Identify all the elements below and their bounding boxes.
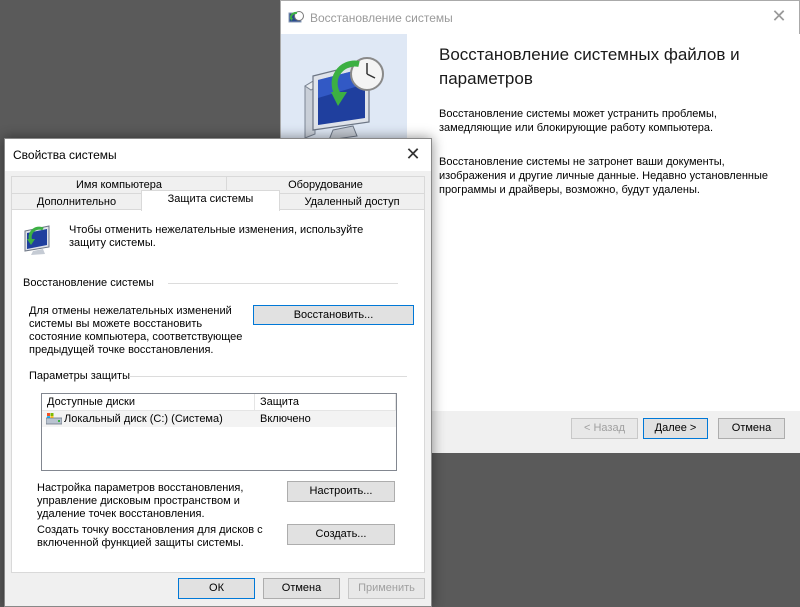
create-description: Создать точку восстановления для дисков … — [37, 524, 263, 549]
restore-group-label: Восстановление системы — [23, 277, 154, 289]
table-row[interactable]: Локальный диск (C:) (Система) Включено — [42, 411, 396, 427]
properties-window-title: Свойства системы — [13, 148, 117, 162]
create-button[interactable]: Создать... — [287, 524, 395, 545]
ok-button[interactable]: ОК — [178, 578, 255, 599]
column-header-protection[interactable]: Защита — [255, 394, 396, 411]
restore-description: Для отмены нежелательных изменений систе… — [29, 305, 243, 356]
close-icon[interactable]: ✕ — [771, 7, 787, 25]
group-divider — [168, 283, 398, 284]
drives-list[interactable]: Доступные диски Защита Локальный диск (C… — [41, 393, 397, 471]
configure-description: Настройка параметров восстановления, упр… — [37, 482, 244, 520]
group-divider — [129, 376, 407, 377]
restore-titlebar[interactable]: Восстановление системы ✕ — [281, 1, 799, 34]
cancel-button[interactable]: Отмена — [263, 578, 340, 599]
tab-system-protection[interactable]: Защита системы — [141, 190, 280, 211]
restore-heading: Восстановление системных файлов и параме… — [439, 45, 740, 88]
next-button[interactable]: Далее > — [643, 418, 708, 439]
system-protection-icon — [24, 225, 50, 255]
system-restore-icon — [288, 10, 304, 22]
column-header-drives[interactable]: Доступные диски — [42, 394, 255, 411]
restore-button[interactable]: Восстановить... — [253, 305, 414, 325]
back-button[interactable]: < Назад — [571, 418, 638, 439]
cancel-button[interactable]: Отмена — [718, 418, 785, 439]
restore-side-panel — [281, 34, 407, 144]
protection-status: Включено — [260, 413, 311, 425]
drive-name: Локальный диск (C:) (Система) — [64, 413, 223, 425]
properties-titlebar[interactable]: Свойства системы ✕ — [5, 139, 431, 171]
system-restore-illustration-icon — [304, 57, 384, 141]
restore-description-2: Восстановление системы не затронет ваши … — [439, 156, 768, 196]
system-properties-window: Свойства системы ✕ Имя компьютера Оборуд… — [4, 138, 432, 607]
close-icon[interactable]: ✕ — [405, 145, 421, 163]
protection-group-label: Параметры защиты — [29, 370, 130, 382]
restore-window-title: Восстановление системы — [310, 10, 453, 25]
intro-text: Чтобы отменить нежелательные изменения, … — [69, 224, 364, 249]
apply-button[interactable]: Применить — [348, 578, 425, 599]
restore-description-1: Восстановление системы может устранить п… — [439, 108, 717, 134]
configure-button[interactable]: Настроить... — [287, 481, 395, 502]
drive-icon — [46, 413, 62, 425]
